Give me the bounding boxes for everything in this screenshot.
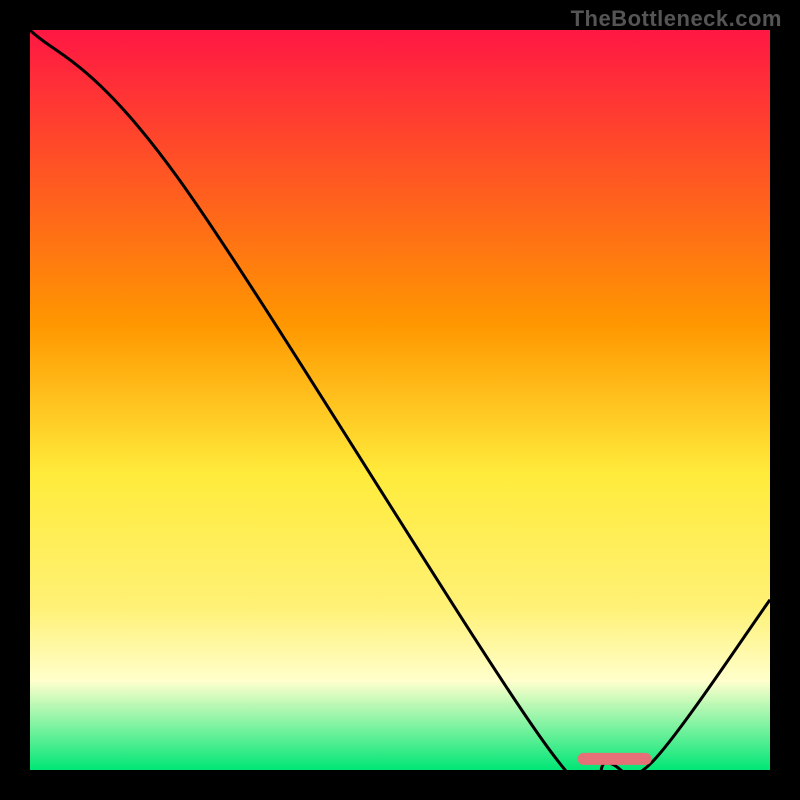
optimal-range-marker xyxy=(578,753,652,765)
watermark-text: TheBottleneck.com xyxy=(571,6,782,32)
gradient-rect xyxy=(30,30,770,770)
chart-frame: TheBottleneck.com xyxy=(0,0,800,800)
plot-area xyxy=(30,30,770,770)
chart-svg xyxy=(30,30,770,770)
